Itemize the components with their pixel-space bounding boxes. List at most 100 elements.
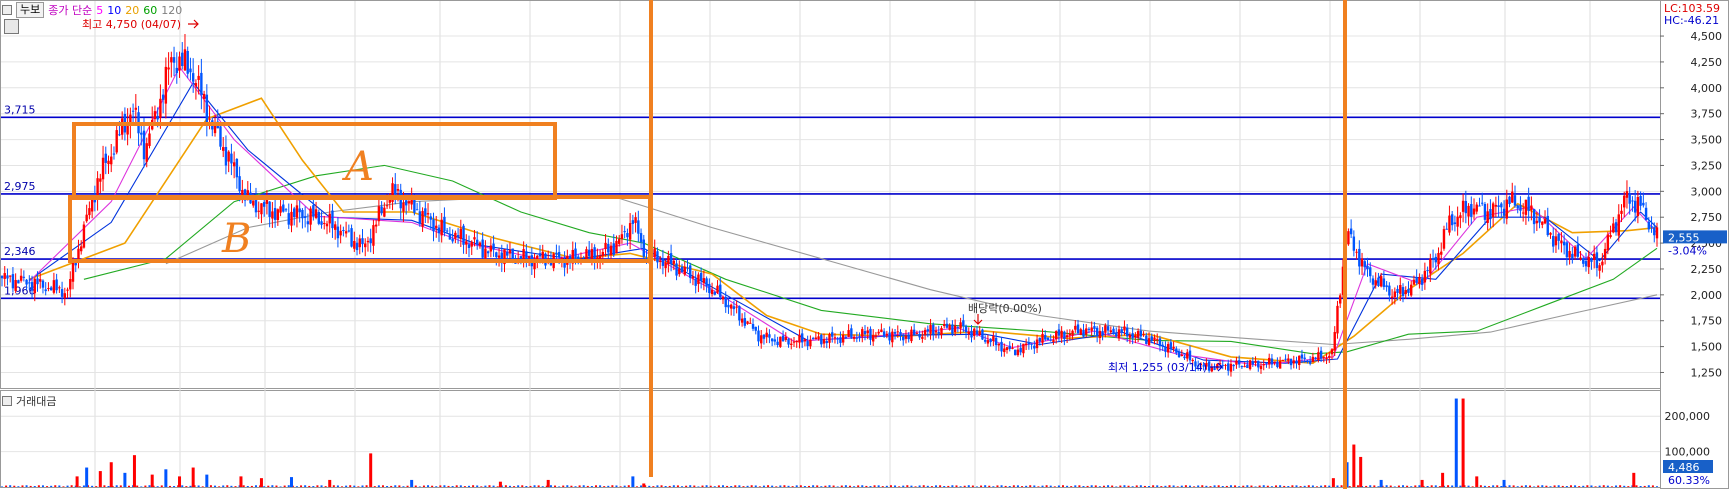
volume-bar [1483,485,1486,487]
price-tick-label-4: 3,500 [1691,134,1723,147]
volume-bar [959,486,962,487]
candle-body [314,209,318,218]
panel-toggle-checkbox[interactable] [2,5,12,15]
volume-spike [132,455,136,487]
indicator-label: 종가 단순 [48,4,93,17]
stock-name[interactable]: 누보 [16,2,45,18]
volume-bar [750,485,753,487]
volume-bar [1516,486,1519,487]
candle-body [1049,339,1052,341]
candle-body [1396,288,1399,293]
volume-bar [533,485,536,487]
candle-body [186,51,189,74]
volume-spike [191,467,195,487]
candle-body [1188,350,1192,361]
candle-body [437,227,441,234]
candle-body [1169,342,1173,349]
candle-body [1183,356,1186,359]
volume-bar [635,486,638,487]
volume-bar [353,485,356,487]
candle-body [473,237,476,240]
volume-bar [144,485,147,487]
candle-body [1582,258,1585,264]
candle-body [1377,277,1380,286]
volume-bar [357,486,360,487]
candle-body [1074,325,1077,330]
volume-bar [922,485,925,487]
volume-bar [250,485,253,487]
volume-panel-toggle[interactable] [2,396,12,406]
volume-bar [33,486,36,487]
candle-body [1115,333,1118,337]
candle-body [790,343,793,345]
candle-body [1079,329,1082,335]
candle-body [885,333,889,336]
candle-body [161,94,165,100]
volume-bar [586,485,589,487]
volume-bar [418,486,421,487]
candle-body [1625,191,1629,198]
volume-bar [1234,485,1237,487]
candle-body [364,243,367,248]
volume-bar [427,485,430,487]
candle-body [303,216,307,219]
candle-body [39,279,42,282]
volume-bar [1426,486,1429,487]
volume-bar [66,485,69,487]
candle-body [1532,208,1536,225]
candle-body [628,223,632,240]
candle-body [1095,327,1099,337]
candle-body [729,304,733,309]
candle-body [484,248,487,259]
candle-body [620,234,624,239]
volume-bar [21,485,24,487]
candle-body [14,280,17,291]
volume-spike [1441,472,1445,487]
candle-body [1284,358,1287,360]
volume-bar [484,485,487,487]
volume-bar [1377,486,1380,487]
volume-bar [1635,485,1638,487]
candle-body [762,334,766,339]
volume-bar [697,486,700,487]
volume-bar [848,485,851,487]
volume-bar [50,485,53,487]
candle-body [1038,337,1041,342]
candle-body [1005,347,1009,351]
candle-body [448,233,452,240]
dividend-annotation: 배당락(0.00%) [968,302,1042,315]
volume-bar [1135,485,1138,487]
volume-spike [498,481,502,487]
candle-body [344,231,348,234]
candle-body [1308,360,1312,364]
candle-body [120,118,124,135]
calculator-icon[interactable] [4,19,19,34]
volume-bar [447,485,450,487]
candle-body [1251,361,1255,365]
volume-pct-label: 60.33% [1668,474,1710,487]
candle-body [699,273,703,281]
candle-body [1527,196,1530,211]
candle-body [814,337,818,340]
volume-bar [488,485,491,487]
volume-bar [1283,485,1286,487]
volume-bar [828,485,831,487]
volume-bar [1303,485,1306,487]
candle-body [1322,357,1326,359]
candle-body [934,330,938,333]
candle-body [44,289,47,292]
volume-bar [1266,485,1269,487]
candle-body [574,248,577,259]
candle-body [355,242,359,251]
volume-bar [676,485,679,487]
volume-bar [1143,485,1146,487]
candle-body [828,334,831,343]
volume-bar [62,486,65,487]
candle-body [454,232,457,239]
volume-bar [226,485,229,487]
candle-body [623,231,626,233]
volume-bar [717,485,720,487]
candle-body [1426,270,1429,272]
volume-bar [1385,485,1388,487]
candle-body [167,67,170,70]
